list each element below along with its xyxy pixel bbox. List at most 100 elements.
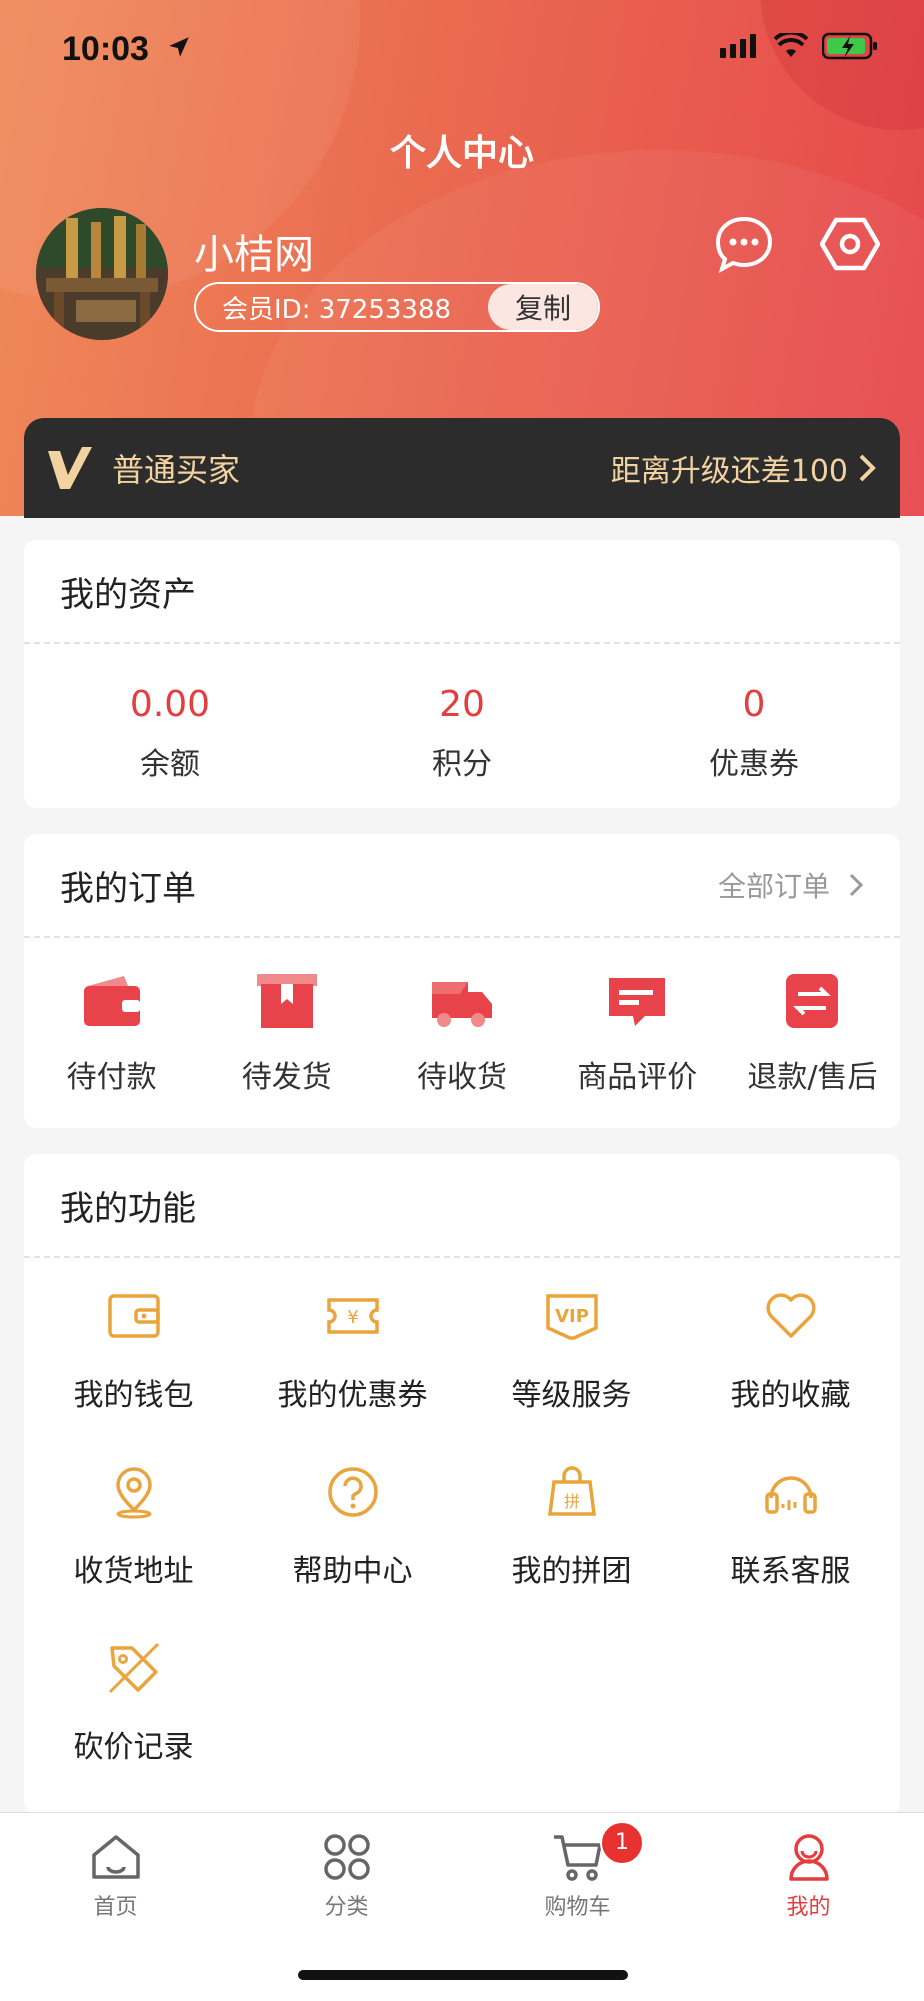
member-id: 会员ID: 37253388 (222, 294, 452, 325)
order-pending-payment[interactable]: 待付款 (24, 938, 199, 1096)
header-decoration (760, 0, 924, 130)
func-label: 砍价记录 (73, 1730, 194, 1765)
order-label: 待发货 (241, 1060, 332, 1095)
func-label: 我的收藏 (730, 1378, 851, 1413)
wifi-icon (774, 33, 808, 57)
bargain-tag-icon (108, 1642, 159, 1694)
chevron-right-icon (859, 454, 876, 482)
svg-text:¥: ¥ (347, 1307, 358, 1328)
order-label: 商品评价 (577, 1060, 698, 1095)
coupon-icon: ¥ (326, 1298, 379, 1334)
help-icon (327, 1467, 378, 1517)
member-id-pill: 会员ID: 37253388 复制 (194, 282, 600, 332)
wallet-icon (83, 976, 140, 1026)
func-label: 我的钱包 (73, 1378, 194, 1413)
all-orders-label: 全部订单 (717, 870, 830, 903)
func-coupons[interactable]: ¥ 我的优惠券 (243, 1288, 462, 1464)
order-label: 待收货 (417, 1060, 507, 1095)
asset-value: 20 (439, 684, 485, 725)
tab-label: 购物车 (544, 1895, 611, 1920)
asset-value: 0.00 (129, 684, 211, 725)
tab-home[interactable]: 首页 (0, 1813, 231, 2001)
signal-icon (720, 34, 756, 58)
func-favorites[interactable]: 我的收藏 (681, 1288, 900, 1464)
asset-points[interactable]: 20 积分 (316, 644, 608, 783)
group-buy-icon: 拼 (547, 1466, 596, 1516)
func-label: 收货地址 (73, 1554, 194, 1589)
page-title: 个人中心 (389, 133, 534, 174)
username: 小桔网 (194, 232, 314, 278)
status-icons (720, 32, 878, 60)
orders-card: 我的订单 全部订单 待付款 待发货 待收货 商品评价 退款/售后 (24, 834, 900, 1128)
order-label: 待付款 (66, 1060, 157, 1095)
func-label: 帮助中心 (292, 1554, 413, 1589)
func-wallet[interactable]: 我的钱包 (24, 1288, 243, 1464)
comment-icon (609, 978, 666, 1026)
avatar-image (36, 208, 168, 340)
upgrade-text: 距离升级还差100 (610, 454, 848, 489)
category-icon (323, 1834, 370, 1880)
upgrade-link[interactable]: 距离升级还差100 (611, 446, 876, 490)
refund-icon (786, 974, 839, 1028)
asset-coupons[interactable]: 0 优惠券 (608, 644, 900, 783)
headset-icon (764, 1476, 817, 1514)
asset-label: 积分 (432, 747, 492, 782)
assets-card: 我的资产 0.00 余额 20 积分 0 优惠券 (24, 540, 900, 808)
functions-title: 我的功能 (60, 1188, 196, 1229)
box-icon (256, 974, 317, 1028)
order-pending-receipt[interactable]: 待收货 (374, 938, 549, 1096)
avatar[interactable] (36, 208, 168, 340)
home-indicator (298, 1970, 628, 1980)
vip-level-label: 普通买家 (112, 451, 241, 489)
location-icon (115, 1467, 152, 1519)
func-label: 等级服务 (511, 1378, 632, 1413)
order-label: 退款/售后 (747, 1060, 878, 1095)
func-label: 我的优惠券 (277, 1378, 428, 1413)
svg-text:拼: 拼 (563, 1492, 579, 1511)
vip-level-bar[interactable]: 普通买家 距离升级还差100 (24, 418, 900, 518)
chevron-right-icon (849, 873, 864, 897)
vip-v-icon (48, 447, 92, 489)
func-label: 联系客服 (730, 1554, 851, 1589)
asset-label: 优惠券 (709, 747, 799, 782)
functions-card: 我的功能 我的钱包 ¥ 我的优惠券 VIP 等级服务 我的收藏 收货地址 帮助中… (24, 1154, 900, 1814)
func-bargain-records[interactable]: 砍价记录 (24, 1640, 243, 1816)
orders-title: 我的订单 (60, 868, 196, 909)
func-level-service[interactable]: VIP 等级服务 (462, 1288, 681, 1464)
location-arrow-icon (169, 37, 189, 57)
svg-text:VIP: VIP (555, 1306, 589, 1327)
heart-icon (765, 1293, 816, 1338)
cart-badge: 1 (600, 1821, 644, 1865)
func-customer-service[interactable]: 联系客服 (681, 1464, 900, 1640)
order-refund[interactable]: 退款/售后 (725, 938, 900, 1096)
battery-charging-icon (822, 32, 877, 60)
tab-label: 分类 (324, 1895, 369, 1920)
func-group-buy[interactable]: 拼 我的拼团 (462, 1464, 681, 1640)
tab-mine[interactable]: 我的 (693, 1813, 924, 2001)
asset-value: 0 (742, 684, 766, 725)
order-pending-shipment[interactable]: 待发货 (199, 938, 374, 1096)
assets-card-header: 我的资产 (24, 540, 900, 644)
tab-label: 首页 (93, 1895, 138, 1920)
asset-label: 余额 (140, 747, 200, 782)
asset-balance[interactable]: 0.00 余额 (24, 644, 316, 783)
cart-icon (553, 1835, 602, 1881)
message-icon[interactable] (714, 214, 774, 274)
copy-button[interactable]: 复制 (488, 284, 598, 330)
truck-icon (432, 982, 492, 1027)
user-icon (788, 1834, 829, 1881)
orders-card-header: 我的订单 全部订单 (24, 834, 900, 938)
tab-label: 我的 (786, 1895, 831, 1920)
func-label: 我的拼团 (511, 1554, 632, 1589)
assets-title: 我的资产 (60, 574, 196, 615)
func-address[interactable]: 收货地址 (24, 1464, 243, 1640)
status-time: 10:03 (62, 30, 149, 68)
home-icon (91, 1835, 140, 1879)
wallet-icon (107, 1294, 160, 1338)
functions-card-header: 我的功能 (24, 1154, 900, 1258)
all-orders-link[interactable]: 全部订单 (718, 865, 864, 905)
order-review[interactable]: 商品评价 (550, 938, 725, 1096)
settings-icon[interactable] (820, 214, 880, 274)
vip-icon: VIP (545, 1294, 598, 1340)
func-help[interactable]: 帮助中心 (243, 1464, 462, 1640)
